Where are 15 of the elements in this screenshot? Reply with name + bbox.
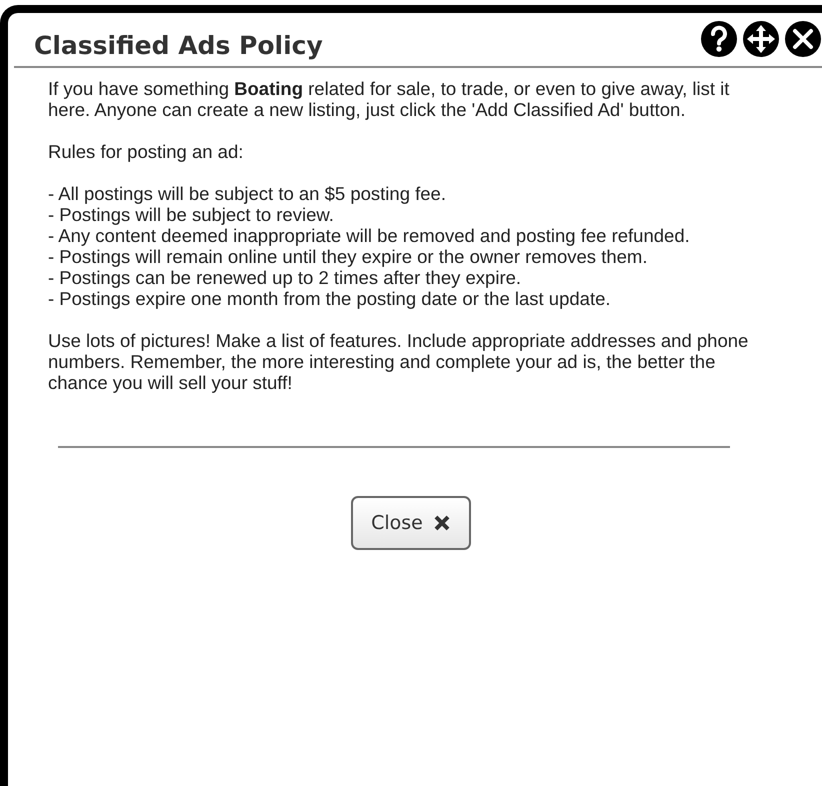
advice-paragraph: Use lots of pictures! Make a list of features. Include appropriate addresses and phone numbers. Remember, the more interesting and complete your ad is, the better the chance you will sell your stuff!	[48, 330, 750, 393]
dialog-title: Classified Ads Policy	[34, 31, 323, 60]
help-button[interactable]	[700, 20, 738, 58]
rule-item: - Postings can be renewed up to 2 times after they expire.	[48, 267, 522, 288]
rule-item: - All postings will be subject to an $5 posting fee.	[48, 183, 447, 204]
close-icon-button[interactable]	[784, 20, 822, 58]
move-button[interactable]	[742, 20, 780, 58]
rule-item: - Postings expire one month from the posting date or the last update.	[48, 288, 612, 309]
intro-paragraph: If you have something Boating related for sale, to trade, or even to give away, list it here. Anyone can create a new listing, just click the 'Add Classified Ad' button.	[48, 78, 730, 120]
rule-item: - Postings will remain online until they expire or the owner removes them.	[48, 246, 648, 267]
x-icon	[432, 514, 451, 532]
rules-heading: Rules for posting an ad:	[48, 141, 244, 162]
rule-item: - Any content deemed inappropriate will be removed and posting fee refunded.	[48, 225, 691, 246]
rule-item: - Postings will be subject to review.	[48, 204, 335, 225]
close-button[interactable]: Close	[351, 496, 471, 550]
